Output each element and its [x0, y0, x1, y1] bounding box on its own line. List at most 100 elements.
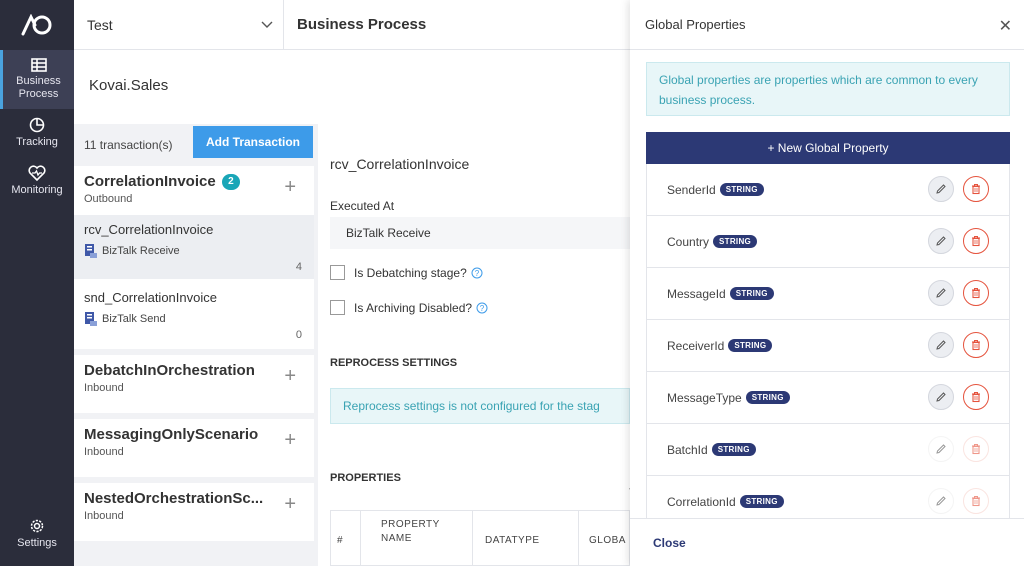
pencil-icon: [936, 444, 946, 454]
delete-property-button[interactable]: [963, 280, 989, 306]
add-step-icon[interactable]: +: [284, 365, 296, 388]
transaction-group[interactable]: MessagingOnlyScenario Inbound +: [74, 419, 314, 477]
trash-icon: [972, 392, 980, 403]
datatype-badge: STRING: [739, 495, 784, 508]
trash-icon: [972, 184, 980, 195]
nav-item-settings[interactable]: Settings: [0, 510, 74, 558]
global-property-row: Country STRING: [647, 216, 1009, 268]
transaction-direction: Inbound: [84, 510, 124, 522]
edit-property-button[interactable]: [928, 488, 954, 514]
property-name: MessageId: [667, 286, 726, 301]
nav-item-tracking[interactable]: Tracking: [0, 109, 74, 157]
property-name: BatchId: [667, 442, 708, 457]
delete-property-button[interactable]: [963, 176, 989, 202]
column-header-property-name: PROPERTY NAME: [361, 511, 473, 566]
delete-property-button[interactable]: [963, 488, 989, 514]
info-icon[interactable]: ?: [471, 267, 483, 279]
global-property-row: SenderId STRING: [647, 164, 1009, 216]
transaction-group[interactable]: DebatchInOrchestration Inbound +: [74, 355, 314, 413]
transaction-step[interactable]: snd_CorrelationInvoice BizTalk Send 0: [74, 283, 314, 347]
step-type: BizTalk Receive: [84, 243, 304, 259]
nav-label: Settings: [17, 537, 57, 549]
drawer-header: Global Properties ✕: [630, 0, 1024, 50]
properties-table: # PROPERTY NAME DATATYPE GLOBA: [330, 510, 630, 566]
nav-item-business-process[interactable]: Business Process: [0, 50, 74, 109]
step-type: BizTalk Send: [84, 311, 304, 327]
page-title: Business Process: [297, 16, 427, 33]
column-header-number: #: [331, 511, 361, 566]
transaction-group[interactable]: NestedOrchestrationSc... Inbound +: [74, 483, 314, 541]
archiving-label: Is Archiving Disabled?: [354, 300, 473, 315]
edit-property-button[interactable]: [928, 176, 954, 202]
global-property-row: MessageId STRING: [647, 268, 1009, 320]
executed-at-field[interactable]: BizTalk Receive: [330, 217, 630, 249]
transactions-panel: 11 transaction(s) Add Transaction Correl…: [74, 124, 314, 566]
debatching-option[interactable]: Is Debatching stage? ?: [330, 265, 483, 280]
edit-property-button[interactable]: [928, 228, 954, 254]
global-properties-drawer: Global Properties ✕ Global properties ar…: [630, 0, 1024, 566]
transaction-step[interactable]: rcv_CorrelationInvoice BizTalk Receive 4: [74, 215, 314, 279]
transaction-count: 11 transaction(s): [84, 138, 173, 152]
executed-at-label: Executed At: [330, 199, 395, 213]
trash-icon: [972, 496, 980, 507]
close-icon[interactable]: ✕: [999, 16, 1012, 36]
info-icon[interactable]: ?: [476, 302, 488, 314]
nav-label: Monitoring: [11, 184, 63, 196]
left-nav: Business Process Tracking Monitoring Set…: [0, 0, 74, 566]
app-logo[interactable]: [0, 0, 74, 50]
datatype-badge: STRING: [728, 339, 773, 352]
property-name: Country: [667, 234, 710, 249]
archiving-option[interactable]: Is Archiving Disabled? ?: [330, 300, 488, 315]
close-button[interactable]: Close: [653, 536, 686, 550]
property-name: ReceiverId: [667, 338, 725, 353]
pie-chart-icon: [29, 117, 45, 133]
property-name: CorrelationId: [667, 494, 736, 509]
pencil-icon: [936, 288, 946, 298]
debatching-label: Is Debatching stage?: [354, 265, 467, 280]
environment-select[interactable]: Test: [74, 0, 284, 50]
new-global-property-button[interactable]: + New Global Property: [646, 132, 1010, 164]
trash-icon: [972, 288, 980, 299]
delete-property-button[interactable]: [963, 436, 989, 462]
datatype-badge: STRING: [719, 183, 764, 196]
nav-label: Process: [18, 88, 59, 100]
delete-property-button[interactable]: [963, 228, 989, 254]
add-step-icon[interactable]: +: [284, 493, 296, 516]
reprocess-settings-heading: REPROCESS SETTINGS: [330, 357, 458, 369]
trash-icon: [972, 444, 980, 455]
nav-item-monitoring[interactable]: Monitoring: [0, 157, 74, 205]
archiving-checkbox[interactable]: [330, 300, 345, 315]
global-property-row: ReceiverId STRING: [647, 320, 1009, 372]
edit-property-button[interactable]: [928, 332, 954, 358]
step-name: rcv_CorrelationInvoice: [84, 222, 214, 237]
edit-property-button[interactable]: [928, 280, 954, 306]
delete-property-button[interactable]: [963, 332, 989, 358]
pencil-icon: [936, 236, 946, 246]
add-step-icon[interactable]: +: [284, 429, 296, 452]
column-header-datatype: DATATYPE: [473, 511, 579, 566]
step-details-panel: ◀ rcv_CorrelationInvoice Executed At Biz…: [318, 124, 635, 566]
transaction-group[interactable]: CorrelationInvoice 2 Outbound + rcv_Corr…: [74, 166, 314, 349]
transaction-direction: Inbound: [84, 446, 124, 458]
edit-property-button[interactable]: [928, 436, 954, 462]
trash-icon: [972, 236, 980, 247]
delete-property-button[interactable]: [963, 384, 989, 410]
transaction-group-title: NestedOrchestrationSc...: [84, 490, 264, 507]
drawer-body: Global properties are properties which a…: [630, 50, 1024, 518]
debatching-checkbox[interactable]: [330, 265, 345, 280]
add-step-icon[interactable]: +: [284, 176, 296, 199]
global-properties-description: Global properties are properties which a…: [646, 62, 1010, 116]
heart-pulse-icon: [28, 165, 46, 181]
step-count-badge: 2: [221, 174, 240, 190]
list-icon: [30, 58, 47, 72]
trash-icon: [972, 340, 980, 351]
edit-property-button[interactable]: [928, 384, 954, 410]
datatype-badge: STRING: [713, 235, 758, 248]
biztalk-server-icon: [85, 312, 97, 326]
drawer-footer: Close: [630, 518, 1024, 566]
datatype-badge: STRING: [711, 443, 756, 456]
pencil-icon: [936, 184, 946, 194]
add-transaction-button[interactable]: Add Transaction: [193, 126, 313, 158]
datatype-badge: STRING: [729, 287, 774, 300]
transaction-direction: Inbound: [84, 382, 124, 394]
